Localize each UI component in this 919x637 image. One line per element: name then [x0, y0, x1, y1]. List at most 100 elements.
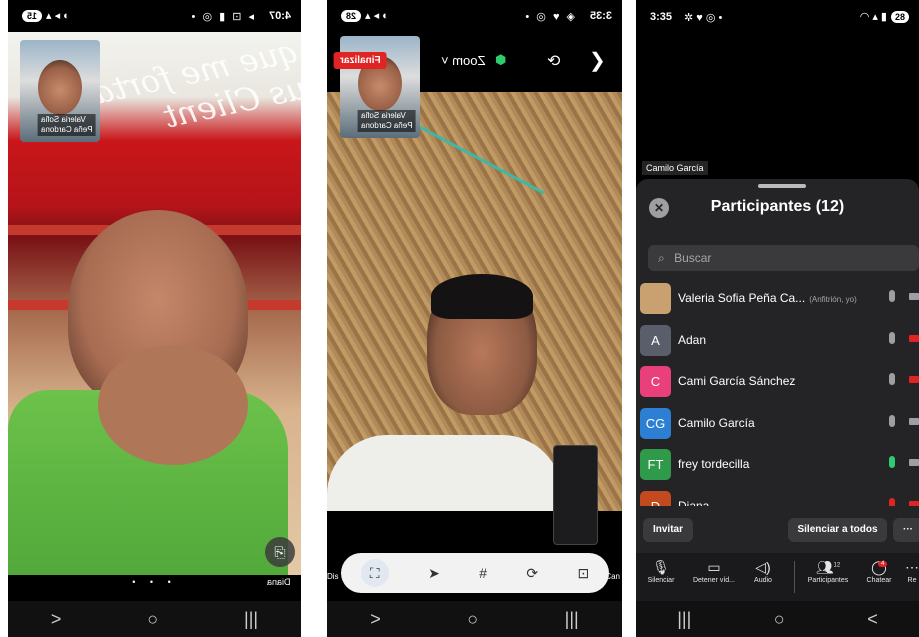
participant-video-shirt	[327, 435, 562, 511]
participant-video-hand	[98, 345, 248, 465]
speaker-icon: ◁)	[755, 559, 771, 575]
mic-icon: 🎙︎	[652, 559, 670, 575]
participant-list: Valeria Sofia Peña Ca... (Anfitrión, yo) A…	[636, 278, 919, 527]
participant-name: Valeria Sofia Peña Ca... (Anfitrión, yo)	[678, 291, 857, 305]
mic-icon	[889, 331, 895, 344]
mic-icon	[889, 290, 895, 302]
screenshot-icon[interactable]: ⊡	[578, 565, 590, 582]
sheet-actions: Invitar Silenciar a todos ···	[636, 506, 919, 552]
switch-camera-icon[interactable]: ⟲	[547, 51, 560, 71]
people-icon: 👥︎12	[815, 559, 841, 575]
video-camera-icon: ▭	[707, 559, 721, 575]
chevron-right-icon[interactable]: ❯	[589, 48, 606, 73]
video-name-label: Camilo García	[642, 161, 708, 175]
recents-icon[interactable]: |||	[677, 609, 691, 630]
participant-name: Adan	[678, 332, 707, 347]
end-meeting-button[interactable]: Finalizar	[334, 52, 387, 69]
system-nav-bar: > ○ |||	[327, 601, 622, 637]
participant-row[interactable]: C Cami García Sánchez	[636, 361, 919, 403]
home-icon[interactable]: ○	[147, 609, 158, 630]
avatar	[640, 283, 671, 314]
more-icon: ⋯	[905, 559, 919, 575]
status-icons-right: • ◎ ▮ ⊡ ◂	[191, 11, 256, 23]
video-name-label: Diana	[263, 575, 295, 589]
shared-screen-preview[interactable]	[553, 445, 598, 545]
back-icon[interactable]: >	[370, 609, 381, 630]
participant-name: frey tordecilla	[678, 457, 750, 471]
notification-badge: 15	[22, 9, 43, 22]
status-icons-left: ✲ ♥ ◎ •	[684, 12, 723, 24]
system-nav-bar: ||| ○ <	[636, 601, 919, 637]
status-icons-right: • ◎ ♥ ◈	[525, 11, 577, 23]
participant-role: (Anfitrión, yo)	[809, 295, 857, 304]
self-view-name: Valeria Sofia Peña Cardona	[38, 114, 96, 136]
phone-screen-2: 28 ▴ ◂ ◐ • ◎ ♥ ◈ 3:35 ❯ ⟲ ⬢ Zoom ˅ Valer…	[327, 0, 622, 637]
chat-button[interactable]: ◯ 4 Chatear	[862, 559, 896, 584]
phone-screen-1: que me fortal us Client 15 ▴ ◂ ◐ • ◎ ▮ ⊡…	[8, 0, 301, 637]
avatar: C	[640, 366, 671, 397]
mute-button[interactable]: 🎙︎ Silenciar	[644, 559, 678, 584]
avatar: A	[640, 324, 671, 356]
invite-button[interactable]: Invitar	[643, 518, 693, 542]
cursor-icon[interactable]: ➤	[428, 565, 440, 582]
video-camera-icon	[909, 376, 919, 383]
status-time: 3:35	[650, 11, 673, 23]
meeting-toolbar: 🎙︎ Silenciar ▭ Detener víd... ◁) Audio 👥…	[636, 553, 919, 601]
stop-video-button[interactable]: ▭ Detener víd...	[686, 559, 742, 584]
audio-button[interactable]: ◁) Audio	[748, 559, 778, 584]
page-indicator: • • •	[132, 577, 177, 587]
recents-icon[interactable]: |||	[244, 609, 258, 630]
video-camera-icon	[909, 417, 919, 425]
mic-icon	[889, 373, 895, 385]
phone-screen-3: 3:35 ✲ ♥ ◎ • ◠ ▴ ▮ 28 Camilo García ✕ Pa…	[636, 0, 919, 637]
wifi-icon: ◠ ▴ ▮	[859, 11, 887, 23]
shield-icon: ⬢	[495, 52, 507, 67]
self-view-face	[38, 60, 82, 115]
more-options-button[interactable]: ···	[893, 518, 919, 542]
participants-sheet: ✕ Participantes (12) ⌕ Buscar Valeria So…	[636, 179, 919, 553]
video-camera-icon	[909, 459, 919, 466]
participant-row[interactable]: CG Camilo García	[636, 403, 919, 445]
participant-row[interactable]: Valeria Sofia Peña Ca... (Anfitrión, yo)	[636, 278, 919, 320]
back-icon[interactable]: <	[867, 609, 878, 630]
share-screen-icon[interactable]: ⎘	[265, 537, 295, 567]
mute-all-button[interactable]: Silenciar a todos	[788, 518, 887, 542]
home-icon[interactable]: ○	[774, 609, 785, 630]
participant-name: Cami García Sánchez	[678, 374, 796, 388]
video-camera-icon	[909, 334, 919, 342]
self-view-name: Valeria Sofia Peña Cardona	[358, 110, 416, 132]
status-bar: 28 ▴ ◂ ◐ • ◎ ♥ ◈ 3:35	[327, 0, 622, 32]
side-label-left: Dis	[327, 572, 339, 581]
back-icon[interactable]: >	[51, 609, 62, 630]
search-placeholder: Buscar	[674, 251, 712, 265]
participant-row[interactable]: A Adan	[636, 320, 919, 362]
sheet-title: Participantes (12)	[710, 198, 845, 215]
search-icon: ⌕	[658, 251, 665, 265]
rotate-icon[interactable]: ⟳	[526, 565, 538, 582]
avatar: FT	[640, 449, 671, 480]
self-view-thumbnail[interactable]: Valeria Sofia Peña Cardona	[20, 40, 100, 142]
toolbar-divider	[794, 561, 795, 593]
drag-handle[interactable]	[758, 184, 806, 188]
system-nav-bar: > ○ |||	[8, 601, 301, 637]
status-time: 3:35	[589, 10, 612, 22]
recents-icon[interactable]: |||	[565, 609, 579, 630]
participants-button[interactable]: 👥︎12 Participantes	[802, 559, 854, 584]
status-icons-right: ◠ ▴ ▮ 28	[860, 10, 909, 23]
participant-row[interactable]: FT frey tordecilla	[636, 444, 919, 486]
more-button[interactable]: ⋯ Re	[904, 559, 919, 584]
participant-name: Camilo García	[678, 415, 755, 430]
expand-icon[interactable]: ⛶	[360, 559, 389, 587]
home-icon[interactable]: ○	[467, 609, 478, 630]
search-input[interactable]: ⌕ Buscar	[648, 245, 919, 271]
mic-icon	[889, 414, 895, 427]
video-camera-icon	[909, 293, 919, 300]
floating-toolbar: ⛶ ➤ # ⟳ ⊡	[341, 553, 609, 593]
chat-badge: 4	[878, 561, 888, 567]
status-bar: 15 ▴ ◂ ◐ • ◎ ▮ ⊡ ◂ 4:07	[8, 0, 301, 32]
battery-level: 28	[890, 10, 909, 23]
hash-icon[interactable]: #	[479, 565, 487, 581]
status-time: 4:07	[268, 10, 291, 22]
app-title[interactable]: Zoom ˅	[441, 53, 485, 68]
status-bar: 3:35 ✲ ♥ ◎ • ◠ ▴ ▮ 28	[636, 0, 919, 34]
